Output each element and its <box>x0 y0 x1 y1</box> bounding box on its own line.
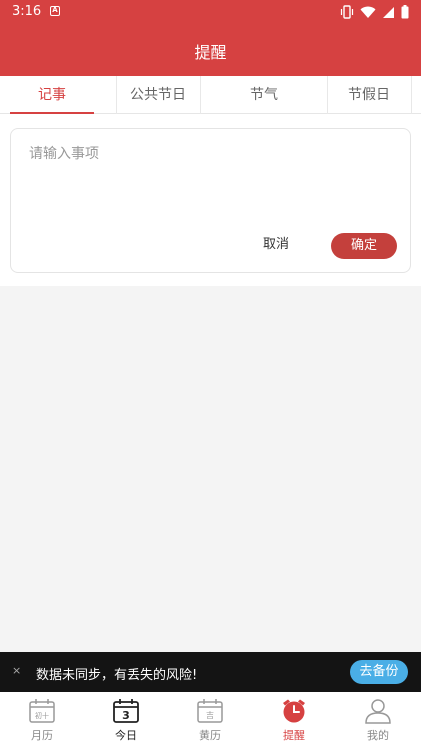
calendar-month-icon-text: 初十 <box>35 711 49 720</box>
tab-notes[interactable]: 记事 <box>10 76 94 114</box>
nav-label-calendar: 月历 <box>31 729 53 742</box>
nav-label-almanac: 黄历 <box>199 729 221 742</box>
calendar-today-icon-text: 3 <box>122 709 130 722</box>
nav-item-calendar[interactable]: 初十 月历 <box>0 692 84 748</box>
signal-icon <box>383 6 394 18</box>
nav-item-today[interactable]: 3 今日 <box>84 692 168 748</box>
note-input[interactable]: 请输入事项 <box>29 143 99 163</box>
tab-public-holidays[interactable]: 公共节日 <box>116 76 200 114</box>
nav-item-reminder[interactable]: 提醒 <box>252 692 336 748</box>
user-icon <box>365 699 391 724</box>
almanac-icon-text: 吉 <box>206 711 214 720</box>
backup-button[interactable]: 去备份 <box>350 660 408 684</box>
status-time: 3:16 <box>12 4 42 19</box>
page-title: 提醒 <box>194 43 227 62</box>
almanac-icon: 吉 <box>197 699 223 723</box>
calendar-today-icon: 3 <box>113 699 139 723</box>
tab-divider <box>200 76 201 114</box>
vibrate-icon <box>340 5 354 19</box>
nav-item-profile[interactable]: 我的 <box>336 692 420 748</box>
close-icon[interactable]: × <box>12 664 21 677</box>
status-bar: 3:16 A <box>0 0 421 24</box>
alarm-clock-icon <box>283 699 305 723</box>
tab-divider <box>411 76 412 114</box>
tab-solar-terms[interactable]: 节气 <box>222 76 306 114</box>
bottom-nav: 初十 月历 3 今日 吉 黄历 提醒 我的 <box>0 692 421 748</box>
content-area: 请输入事项 取消 确定 <box>0 114 421 286</box>
app-bar: 提醒 <box>0 24 421 76</box>
note-card: 请输入事项 取消 确定 <box>10 128 411 273</box>
status-icons <box>340 5 409 19</box>
notification-icon: A <box>50 6 60 16</box>
calendar-month-icon: 初十 <box>29 699 55 723</box>
wifi-icon <box>360 6 376 18</box>
sync-message: 数据未同步，有丢失的风险! <box>36 668 198 683</box>
cancel-button[interactable]: 取消 <box>251 233 301 257</box>
battery-icon <box>401 5 409 19</box>
tab-holidays[interactable]: 节假日 <box>327 76 411 114</box>
nav-label-reminder: 提醒 <box>283 729 305 742</box>
tab-bar: 记事 公共节日 节气 节假日 <box>0 76 421 114</box>
nav-item-almanac[interactable]: 吉 黄历 <box>168 692 252 748</box>
nav-label-profile: 我的 <box>367 729 389 742</box>
sync-banner: × 数据未同步，有丢失的风险! 去备份 <box>0 652 421 692</box>
nav-label-today: 今日 <box>115 729 137 742</box>
confirm-button[interactable]: 确定 <box>331 233 397 259</box>
